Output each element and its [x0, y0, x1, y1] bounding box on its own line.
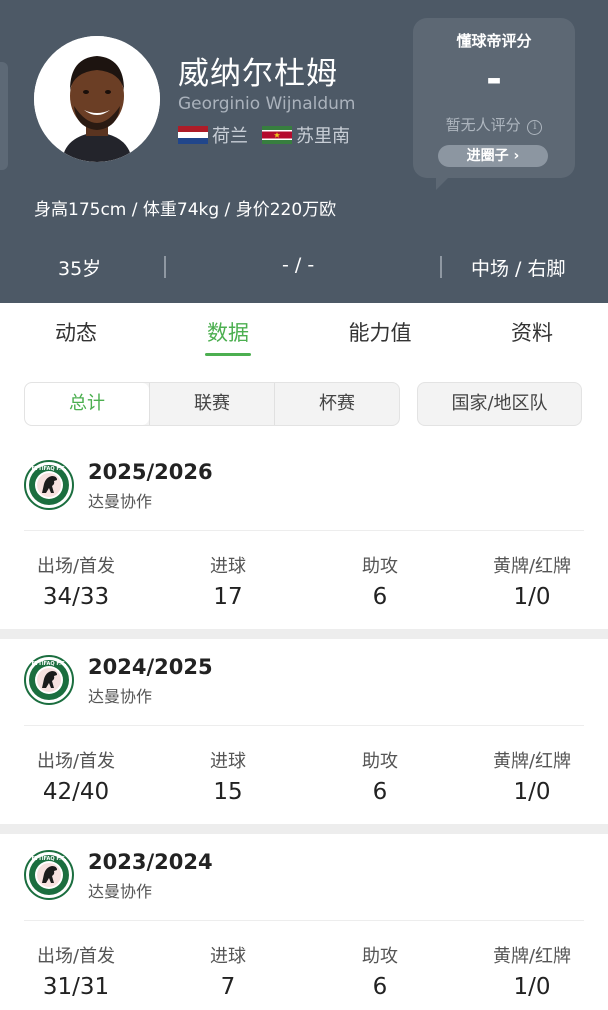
active-tab-indicator: [205, 353, 251, 356]
stat-value: 34/33: [42, 584, 110, 610]
stat-appearances: 出场/首发 31/31: [0, 942, 152, 1000]
rating-value: -: [486, 57, 502, 101]
stat-value: 6: [372, 584, 388, 610]
season-year: 2023/2024: [88, 850, 213, 874]
stat-value: 7: [220, 974, 236, 1000]
netherlands-flag-icon: [178, 126, 208, 144]
stat-value: 1/0: [513, 584, 551, 610]
rating-card[interactable]: 懂球帝评分 - 暂无人评分 i 进圈子 ›: [413, 18, 575, 178]
svg-text:ETTIFAQ F.C.: ETTIFAQ F.C.: [31, 466, 66, 472]
side-drawer-handle[interactable]: [0, 62, 8, 170]
rating-empty-text: 暂无人评分 i: [413, 114, 575, 135]
enter-circle-label: 进圈子: [466, 148, 509, 164]
section-gap: [0, 824, 608, 834]
stat-label: 助攻: [362, 751, 398, 772]
stat-value: 17: [213, 584, 243, 610]
stat-label: 进球: [210, 751, 246, 772]
stat-value: 6: [372, 779, 388, 805]
summary-divider: [164, 256, 166, 278]
main-tab-bar: 动态 数据 能力值 资料: [0, 303, 608, 365]
stat-goals: 进球 7: [152, 942, 304, 1000]
player-age: 35岁: [58, 258, 102, 280]
stat-appearances: 出场/首发 42/40: [0, 747, 152, 805]
stat-value: 31/31: [42, 974, 110, 1000]
player-header: 威纳尔杜姆 Georginio Wijnaldum 荷兰 苏里南 身高175cm…: [0, 0, 608, 303]
filter-league[interactable]: 联赛: [149, 383, 274, 425]
stat-goals: 进球 15: [152, 747, 304, 805]
stat-assists: 助攻 6: [304, 747, 456, 805]
stat-assists: 助攻 6: [304, 552, 456, 610]
stat-label: 出场/首发: [36, 946, 116, 967]
season-divider: [24, 725, 584, 726]
stat-appearances: 出场/首发 34/33: [0, 552, 152, 610]
season-club-name: 达曼协作: [88, 687, 153, 706]
season-card[interactable]: ETTIFAQ F.C. 2025/2026 达曼协作 出场/首发 34/33 …: [0, 452, 608, 629]
stat-value: 6: [372, 974, 388, 1000]
svg-text:ETTIFAQ F.C.: ETTIFAQ F.C.: [31, 856, 66, 862]
club-logo-icon: ETTIFAQ F.C.: [24, 655, 74, 705]
tab-stats[interactable]: 数据: [152, 317, 304, 347]
filter-cup[interactable]: 杯赛: [274, 383, 399, 425]
stat-goals: 进球 17: [152, 552, 304, 610]
svg-text:ETTIFAQ F.C.: ETTIFAQ F.C.: [31, 661, 66, 667]
tab-ability[interactable]: 能力值: [304, 317, 456, 347]
player-name-cn: 威纳尔杜姆: [178, 56, 338, 92]
suriname-flag-icon: [262, 126, 292, 144]
competition-filter: 总计 联赛 杯赛: [24, 382, 400, 426]
stat-value: 42/40: [42, 779, 110, 805]
filter-national-team[interactable]: 国家/地区队: [417, 382, 582, 426]
stat-assists: 助攻 6: [304, 942, 456, 1000]
stat-cards: 黄牌/红牌 1/0: [456, 552, 608, 610]
club-logo-icon: ETTIFAQ F.C.: [24, 850, 74, 900]
stat-label: 出场/首发: [36, 751, 116, 772]
player-avatar: [34, 36, 160, 162]
nationality-list: 荷兰 苏里南: [178, 122, 364, 148]
nationality-label-1: 荷兰: [212, 126, 248, 147]
stat-cards: 黄牌/红牌 1/0: [456, 942, 608, 1000]
stat-label: 出场/首发: [36, 556, 116, 577]
season-year: 2024/2025: [88, 655, 213, 679]
season-year: 2025/2026: [88, 460, 213, 484]
season-divider: [24, 920, 584, 921]
filter-total[interactable]: 总计: [25, 383, 149, 425]
club-logo-icon: ETTIFAQ F.C.: [24, 460, 74, 510]
section-gap: [0, 629, 608, 639]
stat-label: 进球: [210, 556, 246, 577]
stat-label: 黄牌/红牌: [492, 946, 572, 967]
player-name-en: Georginio Wijnaldum: [178, 94, 356, 114]
tab-profile[interactable]: 资料: [456, 317, 608, 347]
nationality-label-2: 苏里南: [296, 126, 350, 147]
summary-divider: [440, 256, 442, 278]
tab-news[interactable]: 动态: [0, 317, 152, 347]
player-shirt-number: - / -: [282, 254, 315, 276]
stat-label: 黄牌/红牌: [492, 751, 572, 772]
player-body-info: 身高175cm / 体重74kg / 身价220万欧: [34, 200, 337, 220]
enter-circle-button[interactable]: 进圈子 ›: [438, 145, 548, 167]
chevron-right-icon: ›: [513, 148, 520, 164]
stat-cards: 黄牌/红牌 1/0: [456, 747, 608, 805]
season-club-name: 达曼协作: [88, 882, 153, 901]
player-position-foot: 中场 / 右脚: [471, 258, 566, 280]
player-summary-row: 35岁 - / - 中场 / 右脚: [0, 250, 608, 286]
season-club-name: 达曼协作: [88, 492, 153, 511]
season-divider: [24, 530, 584, 531]
stat-value: 15: [213, 779, 243, 805]
rating-card-tail: [436, 176, 450, 190]
stat-label: 进球: [210, 946, 246, 967]
info-icon[interactable]: i: [527, 120, 543, 135]
stat-label: 助攻: [362, 946, 398, 967]
rating-title: 懂球帝评分: [456, 32, 532, 50]
stat-value: 1/0: [513, 974, 551, 1000]
rating-empty-label: 暂无人评分: [445, 116, 521, 134]
season-card[interactable]: ETTIFAQ F.C. 2024/2025 达曼协作 出场/首发 42/40 …: [0, 647, 608, 824]
stat-label: 黄牌/红牌: [492, 556, 572, 577]
season-card[interactable]: ETTIFAQ F.C. 2023/2024 达曼协作 出场/首发 31/31 …: [0, 842, 608, 1010]
stat-label: 助攻: [362, 556, 398, 577]
stat-value: 1/0: [513, 779, 551, 805]
